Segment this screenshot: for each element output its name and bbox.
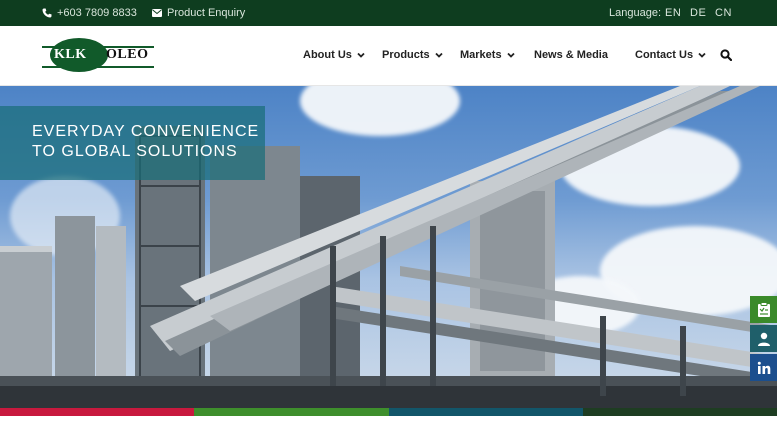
language-cn[interactable]: CN bbox=[715, 7, 732, 19]
chevron-down-icon bbox=[357, 52, 365, 58]
logo-oleo-text: OLEO bbox=[106, 47, 149, 62]
language-en[interactable]: EN bbox=[665, 7, 681, 19]
search-icon[interactable] bbox=[720, 49, 732, 61]
nav-about-us-label: About Us bbox=[303, 49, 352, 61]
hero-caption-line-2: TO GLOBAL SOLUTIONS bbox=[32, 143, 238, 160]
nav-markets-label: Markets bbox=[460, 49, 502, 61]
clipboard-icon bbox=[757, 301, 770, 317]
nav-news-media-label: News & Media bbox=[534, 49, 608, 61]
chevron-down-icon bbox=[506, 52, 515, 58]
linkedin-button[interactable] bbox=[750, 354, 777, 381]
strip-segment-teal bbox=[388, 408, 583, 416]
language-de[interactable]: DE bbox=[690, 7, 706, 19]
nav-contact-us-label: Contact Us bbox=[635, 49, 694, 61]
phone-link[interactable]: +603 7809 8833 bbox=[42, 6, 137, 20]
hero-caption: EVERYDAY CONVENIENCE TO GLOBAL SOLUTIONS bbox=[0, 106, 265, 180]
hero-banner: EVERYDAY CONVENIENCE TO GLOBAL SOLUTIONS bbox=[0, 86, 777, 408]
hero-caption-line-1: EVERYDAY CONVENIENCE bbox=[32, 123, 260, 140]
strip-segment-red bbox=[0, 408, 195, 416]
chevron-down-icon bbox=[698, 52, 706, 58]
phone-icon bbox=[42, 8, 52, 18]
hero-caption-text: EVERYDAY CONVENIENCE TO GLOBAL SOLUTIONS bbox=[32, 122, 259, 162]
nav-contact-us[interactable]: Contact Us bbox=[635, 49, 706, 61]
enquiry-form-button[interactable] bbox=[750, 296, 777, 323]
nav-products-label: Products bbox=[382, 49, 430, 61]
nav-markets[interactable]: Markets bbox=[460, 49, 515, 61]
chevron-down-icon bbox=[435, 52, 443, 58]
nav-products[interactable]: Products bbox=[382, 49, 443, 61]
product-enquiry-label: Product Enquiry bbox=[167, 7, 246, 19]
header: KLK OLEO About Us Products Markets News … bbox=[0, 26, 777, 86]
strip-segment-green bbox=[194, 408, 389, 416]
language-label: Language: bbox=[609, 7, 661, 19]
career-button[interactable] bbox=[750, 325, 777, 352]
strip-segment-dark-green bbox=[582, 408, 777, 416]
product-enquiry-link[interactable]: Product Enquiry bbox=[152, 6, 245, 20]
phone-number: +603 7809 8833 bbox=[57, 7, 137, 19]
logo-klk-text: KLK bbox=[54, 47, 87, 62]
nav-news-media[interactable]: News & Media bbox=[534, 49, 608, 61]
color-strip bbox=[0, 408, 777, 416]
klk-oleo-logo[interactable]: KLK OLEO bbox=[42, 38, 154, 74]
nav-about-us[interactable]: About Us bbox=[303, 49, 365, 61]
top-bar: +603 7809 8833 Product Enquiry Language:… bbox=[0, 0, 777, 26]
envelope-icon bbox=[152, 9, 162, 17]
linkedin-icon bbox=[757, 361, 770, 374]
user-icon bbox=[757, 332, 770, 346]
